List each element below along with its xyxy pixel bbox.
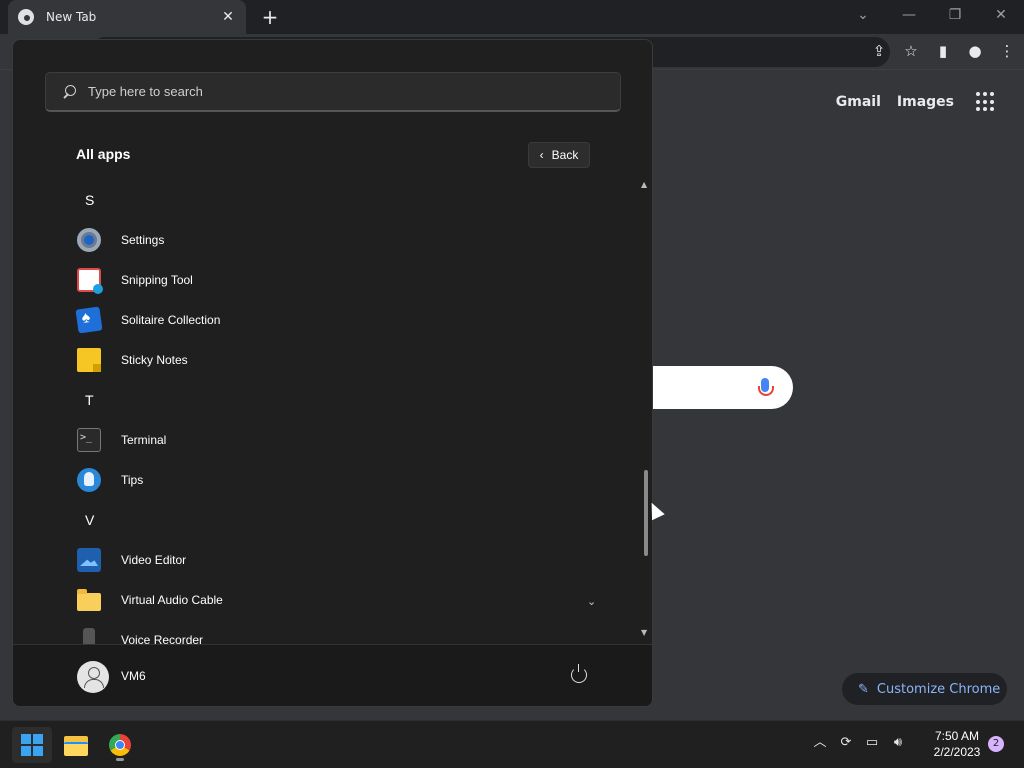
search-icon [62,84,76,99]
clock-time: 7:50 AM [934,729,980,743]
terminal-icon [77,428,101,452]
app-label: Virtual Audio Cable [121,593,223,607]
file-explorer-button[interactable] [56,727,96,763]
restore-icon[interactable]: ❐ [932,7,978,23]
start-menu-footer: VM6 [13,644,652,706]
app-label: Video Editor [121,553,187,567]
app-label: Settings [121,233,165,247]
solitaire-cards-icon [75,306,103,334]
bookmark-star-icon[interactable]: ☆ [902,40,920,62]
list-item-snipping-tool[interactable]: Snipping Tool [77,264,597,296]
taskbar-clock[interactable]: 7:50 AM 2/2/2023 [924,728,990,760]
app-label: Terminal [121,433,167,447]
chrome-icon [109,734,131,756]
list-item-settings[interactable]: Settings [77,224,597,256]
list-item-virtual-audio-cable[interactable]: Virtual Audio Cable ⌄ [77,584,597,616]
tab-close-icon[interactable]: ✕ [220,9,236,25]
app-label: Snipping Tool [121,273,193,287]
voice-recorder-icon [83,628,95,645]
customize-chrome-button[interactable]: ✎ Customize Chrome [842,673,1007,705]
minimize-icon[interactable]: — [886,7,932,23]
list-item-sticky-notes[interactable]: Sticky Notes [77,344,597,376]
new-tab-button[interactable]: + [260,5,280,29]
mic-icon[interactable] [758,378,774,396]
letter-header-s[interactable]: S [85,184,605,216]
close-window-icon[interactable]: ✕ [978,7,1024,23]
chevron-down-icon[interactable]: ⌄ [587,595,597,608]
chevron-left-icon: ‹ [539,148,544,162]
pencil-icon: ✎ [858,681,869,697]
images-link[interactable]: Images [897,94,954,110]
video-editor-icon [77,548,101,572]
start-button[interactable] [12,727,52,763]
letter-header-t[interactable]: T [85,384,605,416]
list-item-solitaire[interactable]: Solitaire Collection [75,304,597,336]
profile-icon[interactable]: ● [966,40,984,62]
tab-title: New Tab [46,10,97,24]
app-list: S Settings Snipping Tool Solitaire Colle… [13,180,638,645]
clock-date: 2/2/2023 [933,745,981,759]
power-icon[interactable] [571,664,587,683]
notification-badge[interactable]: 2 [988,736,1004,752]
tips-lightbulb-icon [77,468,101,492]
new-tab-links: Gmail Images [836,92,996,112]
gmail-link[interactable]: Gmail [836,94,881,110]
system-tray: ︿ ⟳ ▭ 🔊︎ [812,734,906,752]
tab-new-tab[interactable]: New Tab ✕ [8,0,246,34]
google-apps-icon[interactable] [976,92,996,112]
back-button[interactable]: ‹ Back [528,142,590,168]
user-name[interactable]: VM6 [121,669,146,683]
customize-chrome-label: Customize Chrome [876,681,1001,697]
network-icon[interactable]: ▭ [864,734,880,752]
windows-logo-icon [21,734,43,756]
user-avatar-icon[interactable] [77,661,109,693]
snipping-tool-icon [77,268,103,294]
window-controls: ⌄ — ❐ ✕ [840,0,1024,30]
app-label: Tips [121,473,144,487]
chrome-tab-strip: New Tab ✕ + ⌄ — ❐ ✕ [0,0,1024,34]
back-label: Back [551,148,579,162]
scrollbar-thumb[interactable] [644,470,648,556]
file-explorer-icon [64,736,88,756]
search-input[interactable] [88,84,588,99]
scroll-up-arrow-icon[interactable]: ▲ [641,180,651,190]
scroll-down-arrow-icon[interactable]: ▼ [641,628,651,638]
share-icon[interactable]: ⇪ [870,40,888,62]
side-panel-icon[interactable]: ▮ [934,40,952,62]
tab-search-icon[interactable]: ⌄ [840,7,886,23]
letter-header-v[interactable]: V [85,504,605,536]
sticky-notes-icon [77,348,101,372]
start-menu: All apps ‹ Back S Settings Snipping Tool… [12,39,653,707]
more-menu-icon[interactable]: ⋮ [998,40,1016,62]
start-search-box[interactable] [45,72,621,112]
running-indicator [116,758,124,761]
folder-icon [77,589,101,611]
all-apps-title: All apps [76,146,131,162]
list-item-voice-recorder[interactable]: Voice Recorder [77,624,597,645]
chrome-logo-icon [18,9,34,25]
chevron-up-icon[interactable]: ︿ [812,734,828,752]
toolbar-icons: ⇪ ☆ ▮ ● ⋮ [870,40,1016,62]
list-item-video-editor[interactable]: Video Editor [77,544,597,576]
sync-icon[interactable]: ⟳ [838,734,854,752]
app-label: Solitaire Collection [121,313,221,327]
app-label: Sticky Notes [121,353,188,367]
volume-icon[interactable]: 🔊︎ [890,734,906,752]
list-item-tips[interactable]: Tips [77,464,597,496]
settings-gear-icon [77,228,101,252]
list-item-terminal[interactable]: Terminal [77,424,597,456]
